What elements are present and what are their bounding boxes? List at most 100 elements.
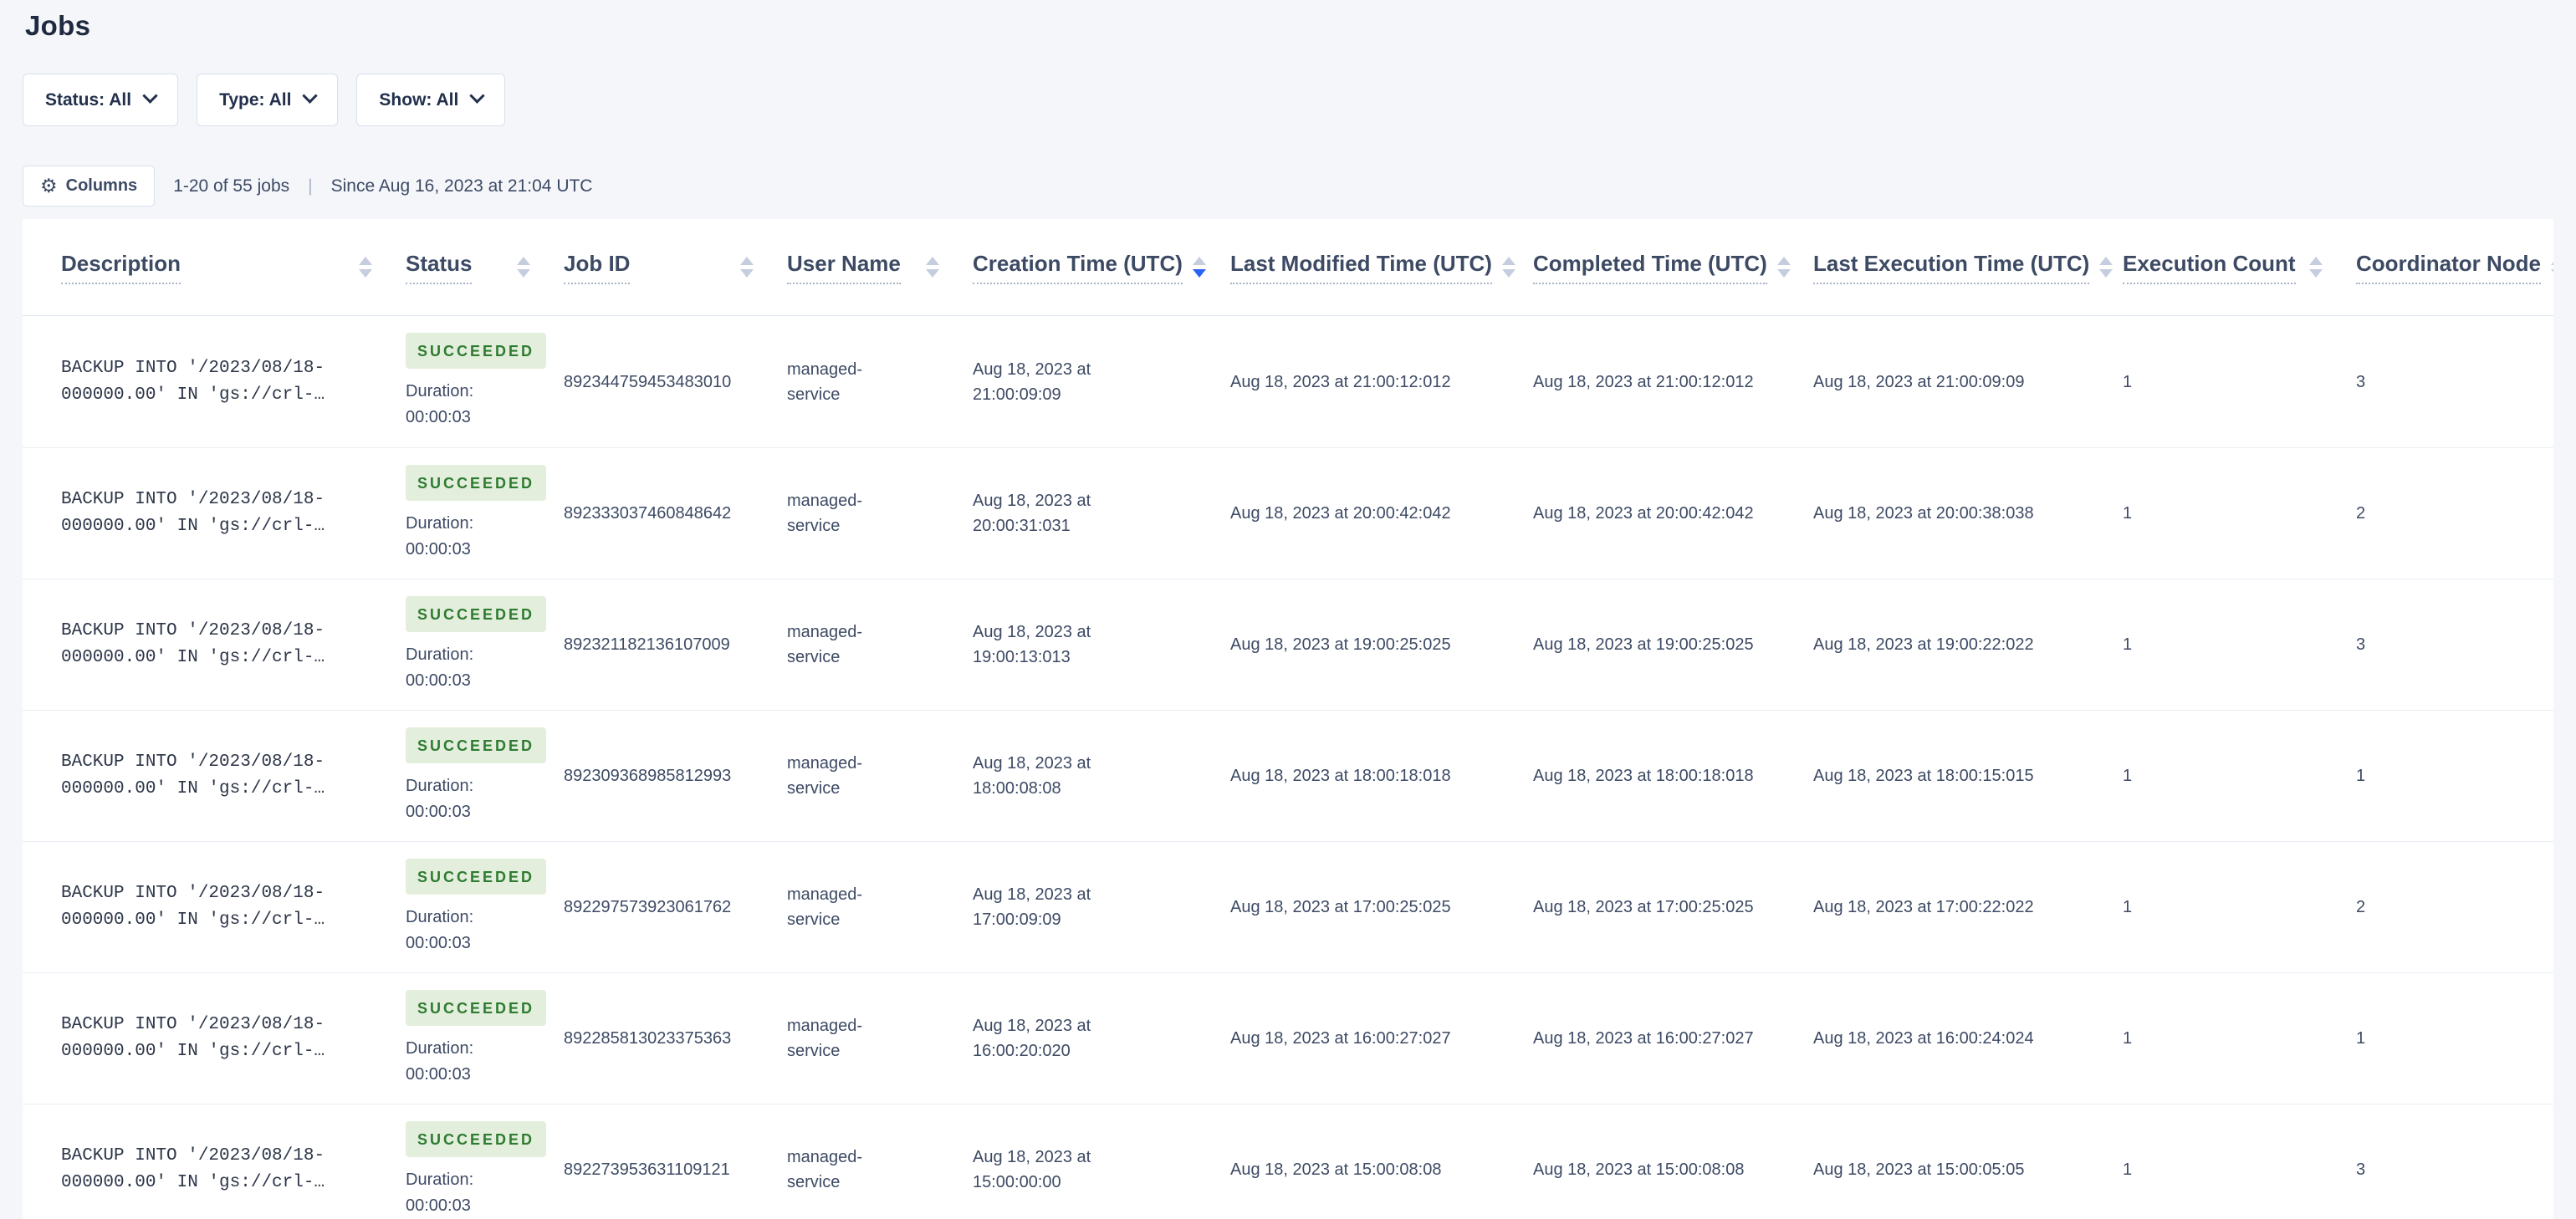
job-id-cell: 892297573923061762 [564, 898, 732, 916]
duration-value: 00:00:03 [406, 408, 471, 426]
job-id-cell: 892273953631109121 [564, 1160, 730, 1179]
table-row: BACKUP INTO '/2023/08/18- 000000.00' IN '… [23, 1104, 2553, 1219]
filter-dropdown[interactable]: Show: All [356, 74, 506, 126]
completed-time-cell: Aug 18, 2023 at 15:00:08:08 [1533, 1160, 1745, 1179]
column-header-label: Last Modified Time (UTC) [1230, 251, 1492, 284]
last-modified-time-cell: Aug 18, 2023 at 16:00:27:027 [1230, 1029, 1451, 1048]
coordinator-node-cell: 3 [2356, 635, 2366, 654]
sort-icon [926, 257, 939, 278]
job-id-cell: 892344759453483010 [564, 372, 732, 391]
coordinator-node-cell: 3 [2356, 1160, 2366, 1179]
description-cell: BACKUP INTO '/2023/08/18- 000000.00' IN '… [61, 1143, 406, 1196]
status-badge: SUCCEEDED [406, 333, 547, 369]
creation-time-cell: Aug 18, 2023 at 17:00:09:09 [973, 885, 1091, 929]
last-execution-time-cell: Aug 18, 2023 at 19:00:22:022 [1813, 635, 2034, 654]
duration-value: 00:00:03 [406, 933, 471, 952]
job-description-link[interactable]: BACKUP INTO '/2023/08/18- 000000.00' IN '… [61, 749, 325, 803]
duration-label: Duration: [406, 907, 474, 926]
job-description-link[interactable]: BACKUP INTO '/2023/08/18- 000000.00' IN '… [61, 487, 325, 540]
column-header[interactable]: Status [406, 251, 564, 284]
column-header[interactable]: Description [61, 251, 406, 284]
status-badge: SUCCEEDED [406, 464, 547, 501]
table-row: BACKUP INTO '/2023/08/18- 000000.00' IN '… [23, 710, 2553, 841]
job-description-link[interactable]: BACKUP INTO '/2023/08/18- 000000.00' IN '… [61, 618, 325, 671]
user-name-cell: managed-service [787, 492, 863, 535]
column-header-label: Creation Time (UTC) [973, 251, 1183, 284]
duration-value: 00:00:03 [406, 539, 471, 558]
description-cell: BACKUP INTO '/2023/08/18- 000000.00' IN '… [61, 880, 406, 934]
status-badge: SUCCEEDED [406, 858, 547, 895]
since-text: Since Aug 16, 2023 at 21:04 UTC [330, 176, 593, 196]
sort-icon [740, 257, 754, 278]
duration-label: Duration: [406, 382, 474, 400]
job-description-link[interactable]: BACKUP INTO '/2023/08/18- 000000.00' IN '… [61, 1143, 325, 1196]
column-header[interactable]: Job ID [564, 251, 787, 284]
coordinator-node-cell: 2 [2356, 898, 2366, 916]
chevron-down-icon [302, 88, 319, 104]
creation-time-cell: Aug 18, 2023 at 21:00:09:09 [973, 360, 1091, 404]
table-row: BACKUP INTO '/2023/08/18- 000000.00' IN '… [23, 841, 2553, 972]
description-cell: BACKUP INTO '/2023/08/18- 000000.00' IN '… [61, 1012, 406, 1065]
page-title: Jobs [25, 10, 91, 41]
column-header-label: Last Execution Time (UTC) [1813, 251, 2090, 284]
column-header[interactable]: Execution Count [2123, 251, 2356, 284]
user-name-cell: managed-service [787, 1017, 863, 1060]
column-header-label: Job ID [564, 251, 631, 284]
filter-dropdown[interactable]: Status: All [23, 74, 179, 126]
job-description-link[interactable]: BACKUP INTO '/2023/08/18- 000000.00' IN '… [61, 1012, 325, 1065]
last-execution-time-cell: Aug 18, 2023 at 21:00:09:09 [1813, 372, 2025, 391]
sort-icon [1192, 257, 1206, 278]
sort-icon [517, 257, 530, 278]
status-cell: SUCCEEDED Duration: 00:00:03 [406, 858, 564, 956]
gear-icon: ⚙ [40, 175, 58, 196]
last-execution-time-cell: Aug 18, 2023 at 17:00:22:022 [1813, 898, 2034, 916]
execution-count-cell: 1 [2123, 635, 2133, 654]
column-header-label: Status [406, 251, 473, 284]
table-header-row: Description Status Job ID User Name Crea… [23, 219, 2553, 316]
last-execution-time-cell: Aug 18, 2023 at 18:00:15:015 [1813, 767, 2034, 785]
status-cell: SUCCEEDED Duration: 00:00:03 [406, 464, 564, 563]
table-row: BACKUP INTO '/2023/08/18- 000000.00' IN '… [23, 316, 2553, 447]
jobs-table: Description Status Job ID User Name Crea… [23, 219, 2553, 1219]
status-cell: SUCCEEDED Duration: 00:00:03 [406, 727, 564, 825]
execution-count-cell: 1 [2123, 372, 2133, 391]
filters-row: Status: All Type: All Show: All [23, 74, 506, 126]
last-modified-time-cell: Aug 18, 2023 at 17:00:25:025 [1230, 898, 1451, 916]
column-header-label: Description [61, 251, 181, 284]
column-header[interactable]: Last Execution Time (UTC) [1813, 251, 2123, 284]
filter-dropdown-label: Type: All [219, 89, 292, 110]
sort-icon [359, 257, 372, 278]
column-header[interactable]: Creation Time (UTC) [973, 251, 1230, 284]
filter-dropdown-label: Show: All [379, 89, 459, 110]
status-cell: SUCCEEDED Duration: 00:00:03 [406, 989, 564, 1088]
job-description-link[interactable]: BACKUP INTO '/2023/08/18- 000000.00' IN '… [61, 355, 325, 409]
description-cell: BACKUP INTO '/2023/08/18- 000000.00' IN '… [61, 487, 406, 540]
column-header[interactable]: Coordinator Node [2356, 251, 2553, 284]
column-header[interactable]: User Name [787, 251, 973, 284]
execution-count-cell: 1 [2123, 767, 2133, 785]
completed-time-cell: Aug 18, 2023 at 17:00:25:025 [1533, 898, 1754, 916]
user-name-cell: managed-service [787, 623, 863, 666]
filter-dropdown[interactable]: Type: All [197, 74, 339, 126]
sort-icon [1776, 257, 1791, 278]
job-description-link[interactable]: BACKUP INTO '/2023/08/18- 000000.00' IN '… [61, 880, 325, 934]
columns-button[interactable]: ⚙ Columns [23, 166, 156, 207]
user-name-cell: managed-service [787, 360, 863, 404]
creation-time-cell: Aug 18, 2023 at 19:00:13:013 [973, 623, 1091, 666]
creation-time-cell: Aug 18, 2023 at 16:00:20:020 [973, 1017, 1091, 1060]
column-header[interactable]: Completed Time (UTC) [1533, 251, 1813, 284]
table-row: BACKUP INTO '/2023/08/18- 000000.00' IN '… [23, 972, 2553, 1104]
column-header-label: Execution Count [2123, 251, 2296, 284]
last-modified-time-cell: Aug 18, 2023 at 15:00:08:08 [1230, 1160, 1442, 1179]
column-header[interactable]: Last Modified Time (UTC) [1230, 251, 1533, 284]
sort-icon [2099, 257, 2113, 278]
status-badge: SUCCEEDED [406, 989, 547, 1026]
last-modified-time-cell: Aug 18, 2023 at 21:00:12:012 [1230, 372, 1451, 391]
column-header-label: Coordinator Node [2356, 251, 2541, 284]
duration-value: 00:00:03 [406, 671, 471, 690]
status-badge: SUCCEEDED [406, 595, 547, 632]
completed-time-cell: Aug 18, 2023 at 21:00:12:012 [1533, 372, 1754, 391]
duration-label: Duration: [406, 513, 474, 533]
completed-time-cell: Aug 18, 2023 at 18:00:18:018 [1533, 767, 1754, 785]
sort-icon [2309, 257, 2323, 278]
